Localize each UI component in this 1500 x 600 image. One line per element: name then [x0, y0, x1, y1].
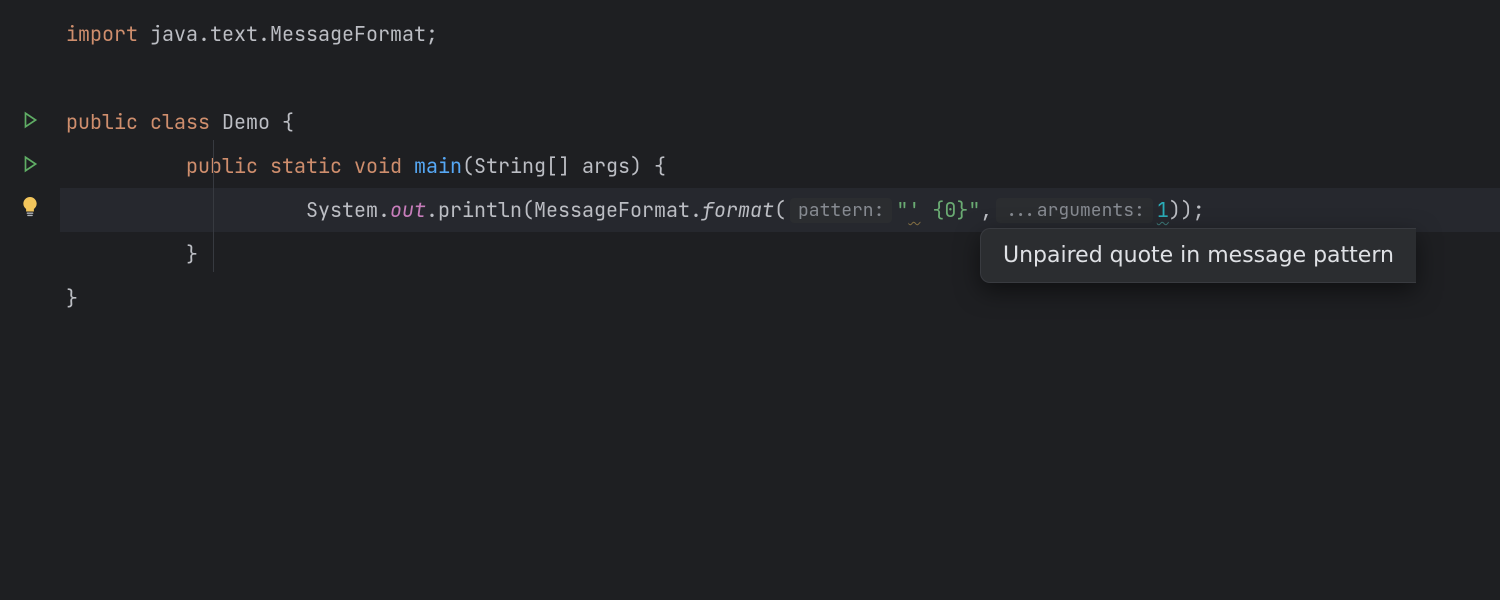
keyword: static [270, 153, 342, 179]
gutter-row [0, 144, 60, 188]
run-icon[interactable] [21, 153, 39, 179]
code-editor[interactable]: import java.text.MessageFormat; public c… [0, 0, 1500, 600]
parameter-hint: pattern: [790, 198, 892, 223]
code-line[interactable]: public class Demo { [60, 100, 1500, 144]
keyword: class [150, 109, 210, 135]
indent-guide [213, 140, 214, 272]
gutter-row [0, 188, 60, 232]
tooltip-text: Unpaired quote in message pattern [1003, 243, 1394, 268]
gutter [0, 0, 60, 600]
keyword: import [66, 21, 138, 47]
parameter-hint: ...arguments: [996, 198, 1152, 223]
code-area[interactable]: import java.text.MessageFormat; public c… [60, 0, 1500, 600]
punctuation: } [186, 241, 198, 267]
inspection-tooltip[interactable]: Unpaired quote in message pattern [980, 228, 1416, 283]
string-warning: ' [908, 197, 920, 223]
method-call: format [702, 197, 774, 223]
gutter-row [0, 12, 60, 56]
code-line[interactable]: public static void main(String[] args) { [60, 144, 1500, 188]
punctuation: ( [774, 197, 786, 223]
identifier: java.text.MessageFormat [138, 21, 426, 47]
string-literal: " [896, 197, 908, 223]
punctuation: { [270, 109, 294, 135]
keyword: void [354, 153, 402, 179]
keyword: public [66, 109, 138, 135]
string-literal: {0}" [920, 197, 980, 223]
punctuation: , [980, 197, 992, 223]
punctuation: ; [426, 21, 438, 47]
params: (String[] args) { [462, 153, 666, 179]
class-name: Demo [222, 109, 270, 135]
punctuation: )); [1169, 197, 1205, 223]
method-name: main [414, 153, 462, 179]
code-line[interactable]: import java.text.MessageFormat; [60, 12, 1500, 56]
keyword: public [186, 153, 258, 179]
method-call: println [438, 197, 522, 223]
code-line-blank[interactable] [60, 56, 1500, 100]
gutter-row [0, 56, 60, 100]
run-icon[interactable] [21, 109, 39, 135]
code-line-active[interactable]: System.out.println(MessageFormat.format(… [60, 188, 1500, 232]
identifier: (MessageFormat. [522, 197, 702, 223]
identifier: System. [306, 197, 390, 223]
number-literal: 1 [1157, 197, 1169, 223]
field: out [390, 197, 426, 223]
gutter-row [0, 100, 60, 144]
lightbulb-icon[interactable] [21, 197, 39, 223]
punctuation: } [66, 285, 78, 311]
punctuation: . [426, 197, 438, 223]
